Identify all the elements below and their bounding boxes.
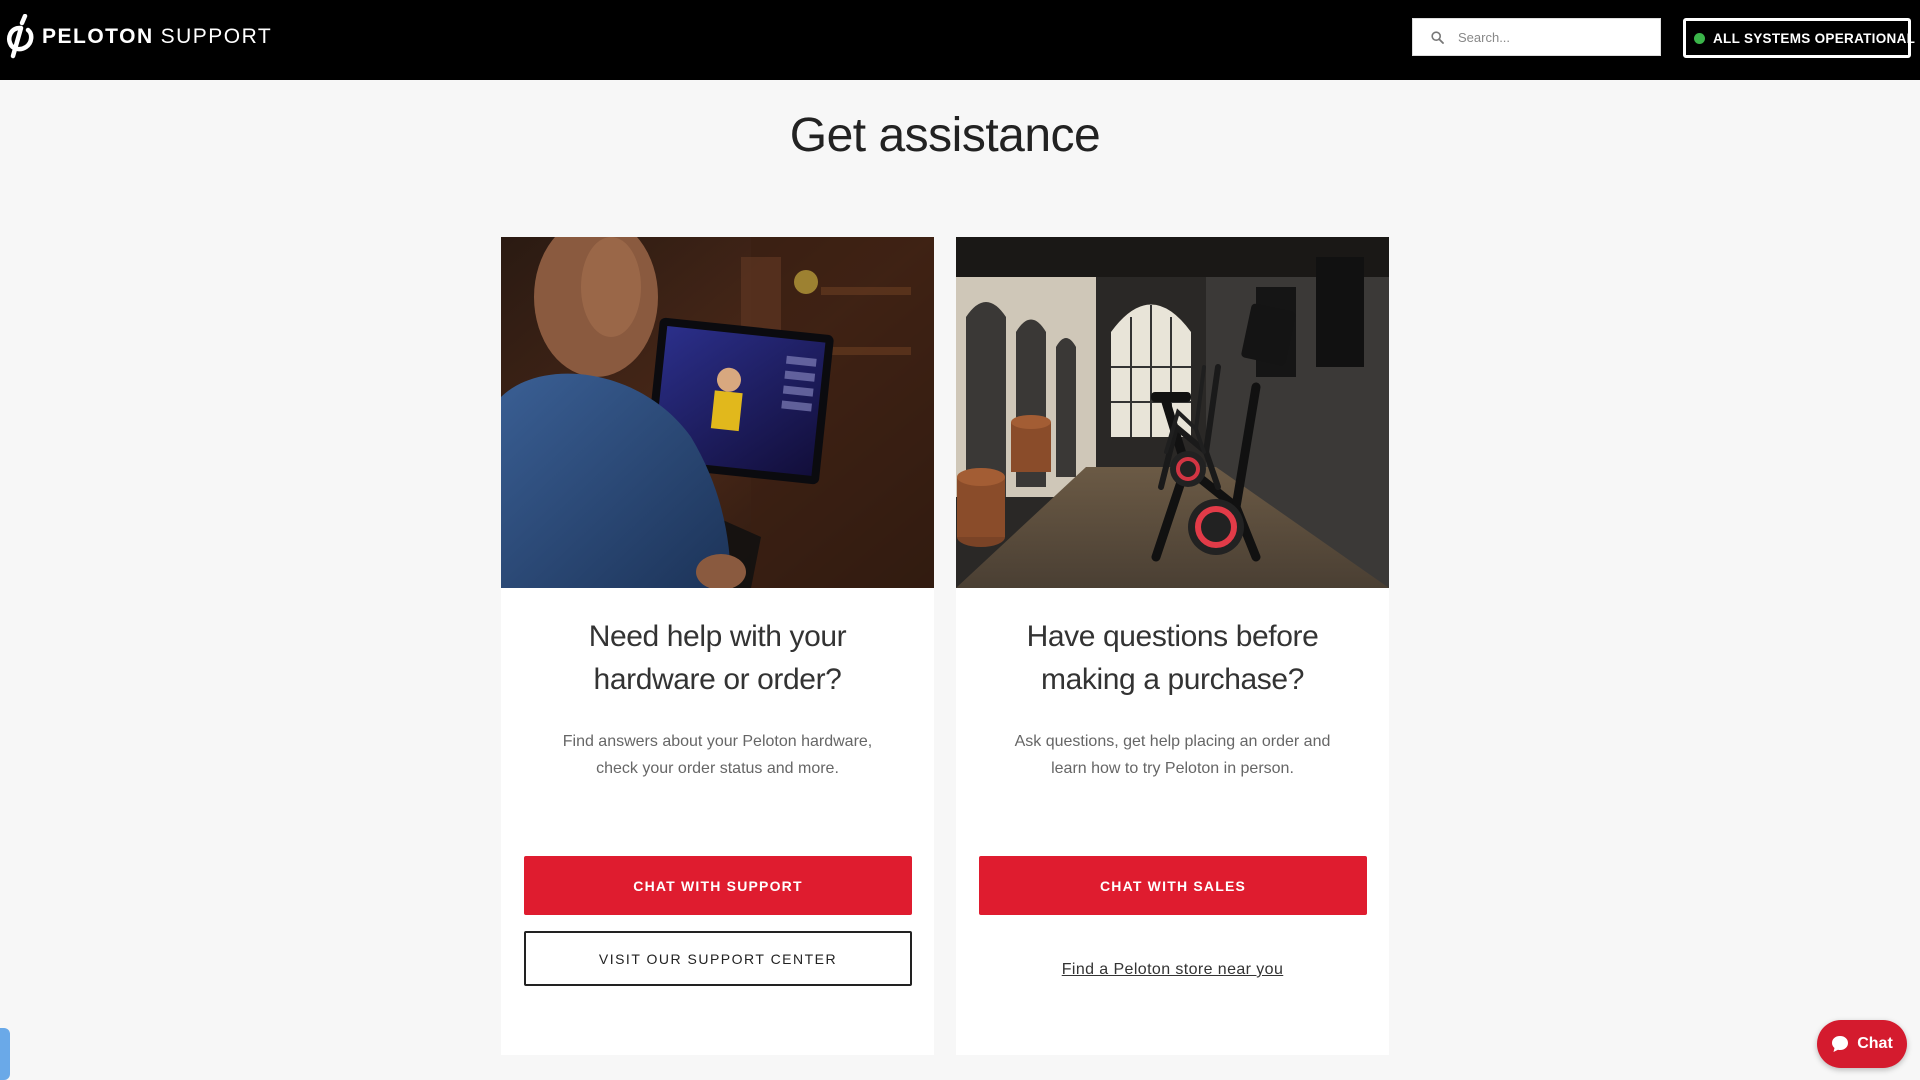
sales-card-heading: Have questions before making a purchase? bbox=[956, 615, 1389, 701]
logo-support-text: SUPPORT bbox=[160, 25, 273, 48]
system-status-badge[interactable]: ALL SYSTEMS OPERATIONAL bbox=[1683, 18, 1915, 58]
logo-brand-text: PELOTON bbox=[42, 25, 154, 48]
description-line: Ask questions, get help placing an order… bbox=[1014, 733, 1331, 750]
heading-line: making a purchase? bbox=[1041, 663, 1304, 696]
find-store-link[interactable]: Find a Peloton store near you bbox=[956, 961, 1389, 979]
system-status-label: ALL SYSTEMS OPERATIONAL bbox=[1713, 30, 1916, 46]
sales-card-description: Ask questions, get help placing an order… bbox=[956, 728, 1389, 782]
top-navigation-bar: PELOTON SUPPORT ALL SYSTEMS OPERATIONAL bbox=[0, 0, 1920, 80]
description-line: check your order status and more. bbox=[596, 760, 839, 777]
chat-bubble-icon bbox=[1832, 1036, 1849, 1052]
description-line: Find answers about your Peloton hardware… bbox=[562, 733, 873, 750]
search-box[interactable] bbox=[1412, 18, 1661, 56]
peloton-support-logo[interactable]: PELOTON SUPPORT bbox=[6, 14, 272, 60]
side-feedback-tab[interactable] bbox=[0, 1028, 10, 1080]
chat-with-support-button[interactable]: CHAT WITH SUPPORT bbox=[524, 856, 912, 915]
status-dot-icon bbox=[1694, 32, 1705, 44]
page-title: Get assistance bbox=[789, 109, 1101, 162]
heading-line: Have questions before bbox=[1026, 620, 1319, 653]
description-line: learn how to try Peloton in person. bbox=[1051, 760, 1294, 777]
hardware-card-heading: Need help with your hardware or order? bbox=[501, 615, 934, 701]
logo-wordmark: PELOTON SUPPORT bbox=[42, 25, 272, 49]
peloton-logo-icon bbox=[7, 14, 34, 59]
chat-with-sales-button[interactable]: CHAT WITH SALES bbox=[979, 856, 1367, 915]
heading-line: hardware or order? bbox=[593, 663, 842, 696]
showroom-bikes-image bbox=[956, 237, 1389, 588]
rider-on-bike-image bbox=[501, 237, 934, 588]
heading-line: Need help with your bbox=[588, 620, 847, 653]
search-icon bbox=[1431, 30, 1444, 44]
hardware-support-card: Need help with your hardware or order? F… bbox=[501, 237, 934, 1055]
search-input[interactable] bbox=[1456, 28, 1646, 46]
visit-support-center-button[interactable]: VISIT OUR SUPPORT CENTER bbox=[524, 931, 912, 986]
chat-widget-button[interactable]: Chat bbox=[1817, 1020, 1907, 1068]
chat-widget-label: Chat bbox=[1857, 1035, 1893, 1052]
hardware-card-description: Find answers about your Peloton hardware… bbox=[501, 728, 934, 782]
sales-card: Have questions before making a purchase?… bbox=[956, 237, 1389, 1055]
